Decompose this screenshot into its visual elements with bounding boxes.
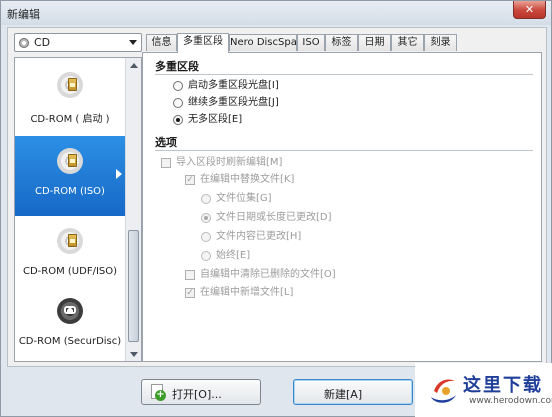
tab-nero-discspan[interactable]: Nero DiscSpan (229, 34, 303, 51)
option-label: 文件内容已更改[H] (216, 231, 302, 242)
option-label: 文件位集[G] (216, 193, 272, 204)
chevron-down-icon (129, 40, 137, 45)
option-label: 始终[E] (216, 250, 251, 261)
group-divider (155, 74, 533, 75)
checkbox[interactable]: ✓ (185, 175, 195, 185)
site-watermark: 这里下载 www.herodown.com (415, 363, 552, 417)
group-divider (155, 150, 533, 151)
tab-info[interactable]: 信息 (146, 34, 177, 51)
tab-strip: 信息 多重区段 Nero DiscSpan ISO 标签 日期 其它 刻录 (142, 33, 542, 53)
option-label: 继续多重区段光盘[J] (188, 97, 279, 108)
new-compilation-dialog: 新编辑 ✕ CD CD-ROM ( 启动 ) CD-ROM (ISO) CD-R… (0, 0, 552, 417)
sidebar-item-cd-rom-securdisc[interactable]: CD-ROM (SecurDisc) (15, 286, 125, 361)
sidebar-scrollbar[interactable] (125, 58, 141, 361)
sidebar-item-label: CD-ROM (UDF/ISO) (22, 266, 118, 277)
sidebar-item-cd-rom-udf-iso[interactable]: CD-ROM (UDF/ISO) (15, 216, 125, 296)
watermark-logo-icon (431, 379, 456, 403)
option-label: 导入区段时刷新编辑[M] (176, 157, 283, 168)
tab-misc[interactable]: 其它 (391, 34, 424, 51)
disc-icon (19, 38, 29, 48)
radio-button[interactable] (201, 232, 211, 242)
option-label: 无多区段[E] (188, 114, 243, 125)
disc-type-select[interactable]: CD (14, 33, 142, 52)
cd-iso-icon (57, 148, 83, 174)
chevron-right-icon (116, 169, 122, 179)
new-button-label: 新建[A] (324, 388, 363, 401)
option-label: 文件日期或长度已更改[D] (216, 212, 332, 223)
options-group-title: 选项 (155, 136, 177, 149)
option-label: 在编辑中替换文件[K] (200, 174, 295, 185)
cd-securdisc-icon (57, 298, 83, 324)
title-bar[interactable]: 新编辑 ✕ (1, 1, 551, 25)
tab-date[interactable]: 日期 (358, 34, 391, 51)
option-label: 启动多重区段光盘[I] (188, 80, 279, 91)
scroll-up-icon[interactable] (130, 63, 138, 68)
radio-button[interactable] (173, 81, 183, 91)
sidebar-item-label: CD-ROM ( 启动 ) (30, 114, 110, 125)
scrollbar-thumb[interactable] (128, 230, 139, 342)
open-button-label: 打开[O]... (172, 388, 222, 401)
open-file-icon: + (149, 383, 167, 401)
open-button[interactable]: + 打开[O]... (141, 379, 261, 405)
close-button[interactable]: ✕ (513, 1, 546, 19)
radio-button[interactable] (201, 251, 211, 261)
new-button[interactable]: 新建[A] (293, 379, 413, 405)
multisession-tab-panel: 多重区段 启动多重区段光盘[I] 继续多重区段光盘[J] 无多区段[E] 选项 … (142, 52, 542, 362)
sidebar-item-cd-rom-iso[interactable]: CD-ROM (ISO) (15, 136, 125, 216)
sidebar-item-label: CD-ROM (SecurDisc) (18, 336, 122, 347)
sidebar-item-cd-rom-boot[interactable]: CD-ROM ( 启动 ) (15, 60, 125, 140)
sidebar-item-label: CD-ROM (ISO) (35, 186, 105, 197)
disc-type-value: CD (34, 36, 51, 49)
checkbox[interactable]: ✓ (185, 288, 195, 298)
compilation-type-list: CD-ROM ( 启动 ) CD-ROM (ISO) CD-ROM (UDF/I… (14, 57, 142, 362)
option-label: 自编辑中清除已删除的文件[O] (200, 269, 336, 280)
option-label: 在编辑中新增文件[L] (200, 287, 294, 298)
radio-button[interactable] (173, 98, 183, 108)
radio-button[interactable] (173, 115, 183, 125)
tab-burn[interactable]: 刻录 (424, 34, 457, 51)
close-icon: ✕ (524, 3, 535, 16)
multisession-group-title: 多重区段 (155, 60, 199, 73)
watermark-name: 这里下载 (463, 375, 543, 396)
tab-label[interactable]: 标签 (325, 34, 358, 51)
checkbox[interactable] (161, 158, 171, 168)
watermark-url: www.herodown.com (469, 396, 552, 406)
window-title: 新编辑 (7, 8, 40, 21)
radio-button[interactable] (201, 213, 211, 223)
dialog-body: CD CD-ROM ( 启动 ) CD-ROM (ISO) CD-ROM (UD… (7, 27, 547, 367)
radio-button[interactable] (201, 194, 211, 204)
tab-iso[interactable]: ISO (297, 34, 325, 51)
cd-boot-icon (57, 72, 83, 98)
checkbox[interactable] (185, 270, 195, 280)
cd-udf-iso-icon (57, 228, 83, 254)
scroll-down-icon[interactable] (130, 352, 138, 357)
tab-multisession[interactable]: 多重区段 (177, 33, 229, 53)
